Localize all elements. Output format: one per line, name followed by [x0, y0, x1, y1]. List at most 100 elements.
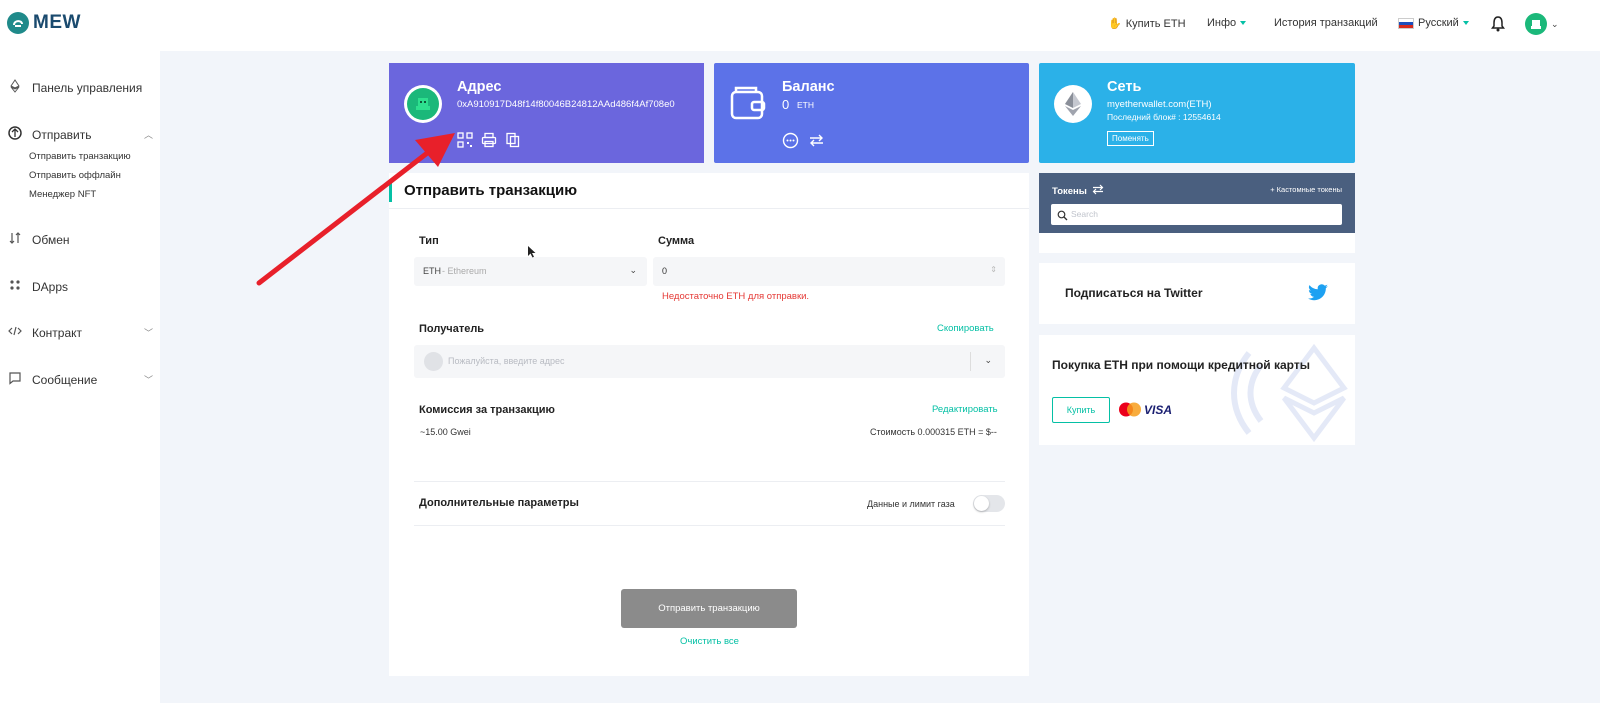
- chevron-down-icon[interactable]: ⌄: [984, 355, 992, 366]
- buy-eth-link[interactable]: ✋ Купить ETH: [1108, 17, 1186, 31]
- top-bar: MEW ✋ Купить ETH Инфо История транзакций…: [0, 0, 1600, 51]
- buy-button[interactable]: Купить: [1052, 397, 1110, 423]
- sidebar-subitem-send-tx[interactable]: Отправить транзакцию: [29, 151, 131, 162]
- gas-limit-toggle[interactable]: [973, 495, 1005, 512]
- wallet-icon: [728, 84, 768, 129]
- mastercard-icon: [1118, 402, 1142, 422]
- fee-label: Комиссия за транзакцию: [419, 404, 555, 416]
- scrollbar[interactable]: [1590, 51, 1600, 703]
- info-menu[interactable]: Инфо: [1207, 17, 1247, 29]
- network-name: myetherwallet.com(ETH): [1107, 99, 1212, 110]
- sidebar-item-dashboard[interactable]: Панель управления: [8, 79, 153, 96]
- sidebar-item-contract[interactable]: Контракт ﹀: [8, 324, 153, 341]
- send-icon: [8, 126, 22, 143]
- sidebar-item-label: Панель управления: [32, 80, 143, 95]
- sidebar-item-dapps[interactable]: DApps: [8, 278, 153, 295]
- sidebar-item-label: Обмен: [32, 232, 70, 247]
- brand-name: MEW: [33, 12, 81, 33]
- token-search-input[interactable]: Search: [1051, 204, 1342, 225]
- account-menu[interactable]: ⌄: [1525, 13, 1559, 35]
- mew-logo[interactable]: MEW: [7, 12, 81, 34]
- buy-eth-icon: ✋: [1108, 18, 1122, 30]
- message-icon: [8, 371, 22, 388]
- balance-amount: 0: [782, 97, 790, 112]
- chevron-down-icon: ⌄: [629, 265, 637, 275]
- dapps-icon: [8, 278, 22, 295]
- balance-unit: ETH: [797, 100, 814, 110]
- tokens-title: Токены: [1052, 185, 1087, 197]
- info-label: Инфо: [1207, 17, 1237, 29]
- annotation-arrow: [256, 133, 455, 286]
- network-card: Сеть myetherwallet.com(ETH) Последний бл…: [1039, 63, 1355, 163]
- sidebar-subitem-nft-manager[interactable]: Менеджер NFT: [29, 189, 96, 200]
- sidebar-subitem-send-offline[interactable]: Отправить оффлайн: [29, 170, 121, 181]
- mouse-cursor-icon: [528, 245, 536, 263]
- chevron-down-icon: [1462, 21, 1469, 25]
- chevron-down-icon: ﹀: [143, 375, 153, 385]
- chevron-down-icon: [1240, 21, 1247, 25]
- swap-icon: [8, 231, 22, 248]
- twitter-text: Подписаться на Twitter: [1065, 286, 1203, 300]
- amount-value: 0: [662, 266, 668, 276]
- history-label: История транзакций: [1274, 17, 1378, 29]
- ethereum-icon: [8, 79, 22, 96]
- sidebar-item-label: Сообщение: [32, 372, 98, 387]
- mew-logo-icon: [7, 12, 29, 34]
- change-network-button[interactable]: Поменять: [1107, 131, 1154, 146]
- clear-all-link[interactable]: Очистить все: [680, 636, 739, 647]
- sidebar: Панель управления Отправить ︿ Отправить …: [0, 51, 160, 703]
- search-placeholder: Search: [1071, 209, 1098, 219]
- amount-label: Сумма: [658, 235, 695, 247]
- language-label: Русский: [1418, 17, 1459, 29]
- fee-cost: Стоимость 0.000315 ETH = $--: [870, 427, 997, 437]
- gas-toggle-label: Данные и лимит газа: [867, 499, 955, 509]
- russia-flag-icon: [1398, 17, 1414, 29]
- twitter-icon: [1307, 284, 1329, 307]
- avatar: [404, 85, 442, 123]
- swap-arrows-icon[interactable]: [808, 132, 825, 154]
- buy-eth-card: Покупка ETH при помощи кредитной карты К…: [1039, 335, 1355, 445]
- chevron-up-icon: ︿: [143, 130, 153, 140]
- ethereum-icon: [1054, 85, 1092, 123]
- buy-card-title: Покупка ETH при помощи кредитной карты: [1052, 358, 1310, 372]
- copy-icon[interactable]: [505, 132, 521, 153]
- notification-bell-icon[interactable]: [1491, 16, 1505, 37]
- wallet-address: 0xA910917D48f14f80046B24812AAd486f4Af708…: [457, 99, 675, 110]
- sidebar-item-label: DApps: [32, 279, 69, 294]
- sidebar-item-label: Контракт: [32, 325, 83, 340]
- amount-input[interactable]: 0 ⇕: [653, 257, 1005, 286]
- swap-arrows-icon[interactable]: [1092, 184, 1104, 198]
- custom-tokens-link[interactable]: + Кастомные токены: [1270, 185, 1342, 194]
- stepper-icon: ⇕: [990, 265, 997, 274]
- recipient-placeholder: Пожалуйста, введите адрес: [448, 356, 565, 366]
- twitter-card[interactable]: Подписаться на Twitter: [1039, 263, 1355, 324]
- sidebar-item-send[interactable]: Отправить ︿: [8, 126, 153, 143]
- fee-gwei: ~15.00 Gwei: [420, 427, 471, 437]
- language-selector[interactable]: Русский: [1398, 17, 1469, 29]
- chevron-down-icon: ⌄: [1551, 18, 1559, 29]
- recipient-label: Получатель: [419, 323, 485, 335]
- sidebar-item-message[interactable]: Сообщение ﹀: [8, 371, 153, 388]
- address-card-title: Адрес: [457, 79, 502, 95]
- identicon-placeholder: [424, 352, 443, 371]
- sidebar-item-label: Отправить: [32, 127, 92, 142]
- code-icon: [8, 324, 22, 341]
- print-icon[interactable]: [481, 132, 497, 153]
- visa-logo: VISA: [1144, 403, 1173, 417]
- balance-card-title: Баланс: [782, 79, 835, 95]
- tokens-panel: Токены + Кастомные токены Search: [1039, 173, 1355, 253]
- last-block: Последний блок# : 12554614: [1107, 112, 1221, 122]
- error-message: Недостаточно ETH для отправки.: [662, 291, 810, 302]
- edit-fee-link[interactable]: Редактировать: [932, 404, 998, 415]
- more-options-icon[interactable]: [782, 132, 799, 154]
- send-transaction-button[interactable]: Отправить транзакцию: [621, 589, 797, 628]
- sidebar-item-swap[interactable]: Обмен: [8, 231, 153, 248]
- balance-card: Баланс 0 ETH: [714, 63, 1029, 163]
- network-card-title: Сеть: [1107, 79, 1142, 95]
- advanced-params-label: Дополнительные параметры: [419, 497, 579, 509]
- recipient-input[interactable]: Пожалуйста, введите адрес ⌄: [414, 345, 1005, 378]
- history-link[interactable]: История транзакций: [1274, 17, 1378, 29]
- chevron-down-icon: ﹀: [143, 328, 153, 338]
- copy-link[interactable]: Скопировать: [937, 323, 994, 334]
- avatar: [1525, 13, 1547, 35]
